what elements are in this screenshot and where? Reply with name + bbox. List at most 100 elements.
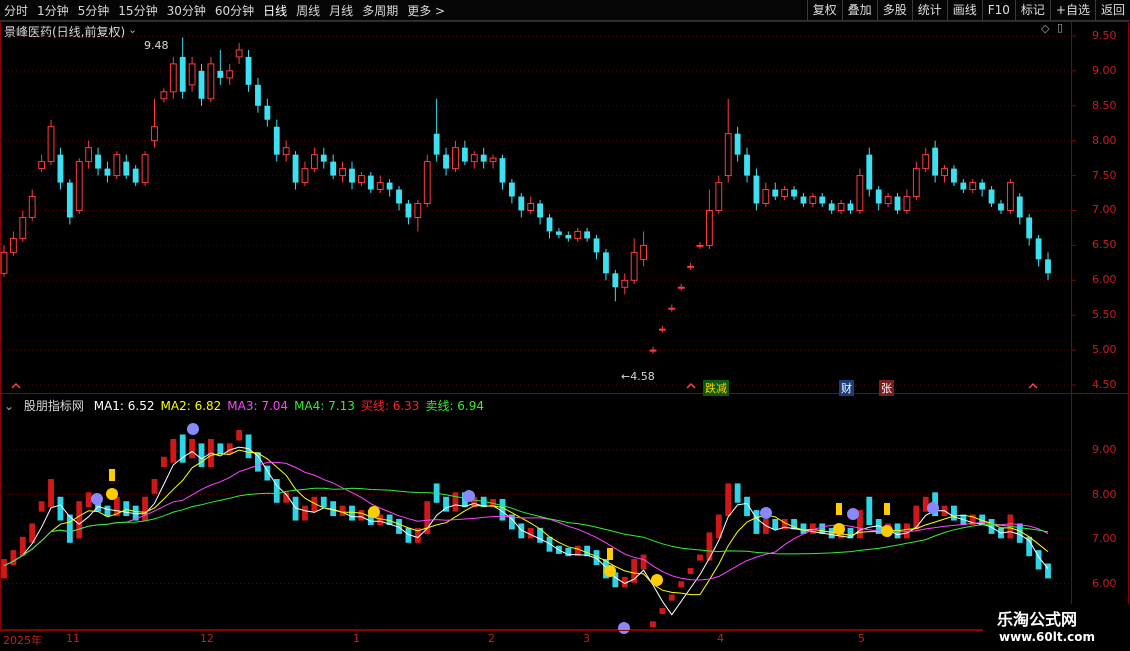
ind-bar-15 xyxy=(142,496,148,521)
candle-55 xyxy=(518,196,525,211)
ind-bar-48 xyxy=(452,492,459,512)
ind-bar-80 xyxy=(753,510,760,534)
ind-bar-58 xyxy=(546,536,553,552)
candle-29 xyxy=(273,126,280,155)
candle-70 xyxy=(658,328,666,331)
indicator-y-tick-2: 7.00 xyxy=(1092,532,1117,546)
date-axis: 2025年 11 12 1 2 3 4 5 xyxy=(0,630,1071,651)
candle-102 xyxy=(960,182,967,190)
signal-flag-3 xyxy=(884,503,890,515)
ind-bar-16 xyxy=(151,478,158,494)
candle-34 xyxy=(320,154,327,162)
indicator-settings-icon[interactable]: ⌄ xyxy=(4,399,14,413)
candle-47 xyxy=(443,154,449,169)
up-arrow-marker-0 xyxy=(11,382,21,389)
candle-59 xyxy=(556,231,562,235)
event-marker-jianchi[interactable]: 跌减 xyxy=(703,380,729,396)
candle-31 xyxy=(292,154,299,183)
indicator-y-tick-0: 9.00 xyxy=(1092,443,1117,457)
candle-107 xyxy=(1006,182,1014,211)
event-marker-zhang[interactable]: 张 xyxy=(879,380,894,396)
sell-face-3 xyxy=(760,507,772,519)
candle-58 xyxy=(546,217,553,232)
candle-88 xyxy=(828,203,835,211)
candle-76 xyxy=(715,182,723,211)
candle-91 xyxy=(856,175,864,211)
candle-2 xyxy=(19,216,27,239)
candle-46 xyxy=(433,133,440,155)
ind-bar-9 xyxy=(85,492,92,508)
ind-bar-108 xyxy=(1016,523,1023,543)
ind-bar-62 xyxy=(584,545,591,557)
ind-bar-82 xyxy=(772,519,779,530)
candle-45 xyxy=(423,161,431,205)
date-label-7: 5 xyxy=(858,632,865,645)
ind-bar-24 xyxy=(226,443,233,454)
candle-81 xyxy=(762,189,770,205)
main-y-tick-4: 7.50 xyxy=(1092,168,1117,182)
ind-bar-96 xyxy=(904,523,910,539)
candle-56 xyxy=(527,203,535,211)
candle-14 xyxy=(132,168,139,183)
candle-52 xyxy=(489,157,497,163)
sell-face-0 xyxy=(91,493,103,505)
candle-96 xyxy=(903,196,911,211)
candle-57 xyxy=(537,203,544,218)
candle-75 xyxy=(705,209,713,246)
candle-15 xyxy=(141,154,149,184)
candle-1 xyxy=(9,237,17,253)
indicator-name: 股朋指标网 xyxy=(23,399,84,413)
candle-67 xyxy=(630,251,638,281)
ind-bar-85 xyxy=(800,523,807,534)
ind-bar-74 xyxy=(697,554,703,561)
main-y-tick-9: 5.00 xyxy=(1092,343,1117,357)
ind-bar-17 xyxy=(160,456,167,468)
ind-bar-25 xyxy=(236,430,243,441)
candle-74 xyxy=(696,244,704,247)
ind-bar-38 xyxy=(358,510,365,521)
candle-60 xyxy=(565,234,572,239)
indicator-frame xyxy=(0,393,1129,630)
candle-97 xyxy=(912,168,920,198)
date-label-3: 1 xyxy=(353,632,360,645)
main-y-tick-6: 6.50 xyxy=(1092,238,1117,252)
candle-66 xyxy=(621,279,629,288)
candle-35 xyxy=(330,161,337,176)
candle-68 xyxy=(640,244,647,260)
ind-bar-97 xyxy=(913,505,920,530)
main-y-tick-0: 9.50 xyxy=(1092,28,1117,42)
candle-38 xyxy=(357,175,365,184)
ind-bar-11 xyxy=(104,505,111,517)
candle-103 xyxy=(969,182,977,191)
candle-4 xyxy=(38,161,46,170)
ind-bar-13 xyxy=(123,501,130,517)
main-frame xyxy=(0,21,1129,394)
candle-61 xyxy=(574,230,582,239)
ind-bar-23 xyxy=(217,443,224,454)
date-label-0: 2025年 xyxy=(3,634,42,647)
candle-51 xyxy=(480,154,487,162)
ind-bar-72 xyxy=(678,581,685,588)
indicator-y-tick-3: 6.00 xyxy=(1092,576,1117,590)
candle-42 xyxy=(396,189,402,204)
candle-80 xyxy=(753,175,760,204)
date-label-1: 11 xyxy=(66,632,80,645)
candle-20 xyxy=(188,63,196,86)
candlestick-chart[interactable] xyxy=(0,0,1130,650)
ind-bar-77 xyxy=(725,483,732,517)
candle-22 xyxy=(207,63,215,100)
candle-65 xyxy=(612,273,619,288)
candle-111 xyxy=(1045,259,1051,274)
candle-62 xyxy=(584,231,591,239)
buy-smile-5 xyxy=(881,525,893,537)
candle-64 xyxy=(603,252,609,274)
candle-39 xyxy=(367,175,374,190)
main-y-tick-2: 8.50 xyxy=(1092,98,1117,112)
candle-108 xyxy=(1016,196,1023,218)
candle-6 xyxy=(57,154,64,183)
main-y-tick-8: 5.50 xyxy=(1092,308,1117,322)
candle-37 xyxy=(349,168,355,183)
event-marker-finance[interactable]: 财 xyxy=(839,380,854,396)
signal-flag-2 xyxy=(836,503,842,515)
ind-bar-6 xyxy=(57,496,64,521)
